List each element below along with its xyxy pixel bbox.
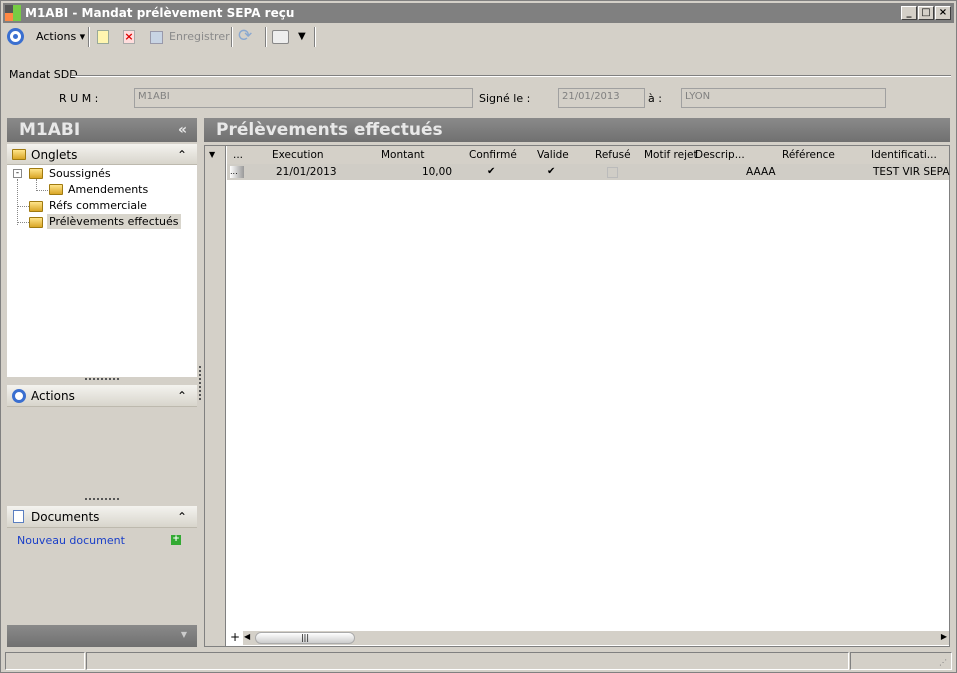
actions-section-header[interactable]: Actions ⌃ — [7, 385, 197, 407]
save-button[interactable]: Enregistrer — [169, 25, 230, 49]
dropdown-icon[interactable]: ▼ — [181, 630, 187, 639]
cell-execution: 21/01/2013 — [276, 166, 337, 178]
status-panel — [850, 652, 952, 670]
scroll-left-icon[interactable]: ◀ — [244, 632, 250, 641]
scrollbar-thumb[interactable]: ||| — [255, 632, 355, 644]
collapse-icon[interactable]: ⌃ — [177, 144, 187, 166]
cell-valide-checkbox[interactable]: ✔ — [547, 166, 555, 177]
main-panel-title: Prélèvements effectués — [204, 118, 950, 142]
tabs-section-header[interactable]: Onglets ⌃ — [7, 144, 197, 165]
document-icon — [13, 510, 24, 523]
folder-icon — [12, 149, 26, 160]
add-row-button[interactable]: + — [228, 631, 242, 645]
actions-menu[interactable]: Actions ▾ — [36, 25, 85, 49]
add-document-icon[interactable]: + — [171, 535, 181, 545]
grid-header — [227, 146, 949, 164]
scroll-right-icon[interactable]: ▶ — [941, 632, 947, 641]
status-panel — [86, 652, 849, 670]
rum-field[interactable]: M1ABI — [134, 88, 473, 108]
window-title: M1ABI - Mandat prélèvement SEPA reçu — [25, 6, 295, 20]
signed-label: Signé le : — [479, 92, 531, 105]
tree-toggle-icon[interactable]: - — [13, 169, 22, 178]
collapse-icon[interactable]: ⌃ — [177, 385, 187, 407]
tree-item-amendements[interactable]: Amendements — [68, 182, 148, 197]
actions-icon — [12, 389, 26, 403]
col-header-confirme[interactable]: Confirmé — [469, 149, 517, 161]
delete-icon[interactable]: × — [123, 30, 135, 44]
cell-confirme-checkbox[interactable]: ✔ — [487, 166, 495, 177]
col-header-valide[interactable]: Valide — [537, 149, 569, 161]
splitter-handle[interactable] — [85, 378, 119, 380]
column-chooser-icon[interactable]: ▼ — [209, 150, 215, 159]
documents-section-header[interactable]: Documents ⌃ — [7, 506, 197, 528]
grid-gutter — [205, 146, 226, 646]
city-field[interactable]: LYON — [681, 88, 886, 108]
cell-refuse-checkbox[interactable] — [607, 167, 618, 178]
col-header-identification[interactable]: Identificati... — [871, 149, 937, 161]
col-header-refuse[interactable]: Refusé — [595, 149, 631, 161]
rum-label: R U M : — [59, 92, 99, 105]
col-header[interactable]: ... — [233, 149, 243, 161]
col-header-montant[interactable]: Montant — [381, 149, 424, 161]
col-header-reference[interactable]: Référence — [782, 149, 835, 161]
folder-icon — [29, 201, 43, 212]
folder-icon — [49, 184, 63, 195]
actions-label: Actions — [36, 30, 77, 43]
row-selector[interactable]: ... — [230, 166, 244, 178]
refresh-icon[interactable]: ⟳ — [238, 26, 252, 46]
new-icon[interactable] — [97, 30, 109, 44]
col-header-motif[interactable]: Motif rejet — [644, 149, 698, 161]
maximize-button[interactable]: □ — [918, 6, 934, 20]
print-icon[interactable] — [272, 30, 289, 44]
left-panel-footer[interactable]: ▼ — [7, 625, 197, 647]
new-document-link[interactable]: Nouveau document — [17, 534, 125, 547]
cell-description: AAAA — [746, 166, 776, 178]
title-bar: M1ABI - Mandat prélèvement SEPA reçu — [3, 3, 954, 23]
horizontal-scrollbar[interactable]: ◀ ||| ▶ — [243, 631, 949, 645]
actions-header-label: Actions — [31, 389, 75, 403]
at-label: à : — [648, 92, 662, 105]
left-panel-title: M1ABI « — [7, 118, 197, 142]
tree-item-prelevements[interactable]: Prélèvements effectués — [47, 214, 181, 229]
cell-montant: 10,00 — [421, 166, 452, 178]
data-grid — [204, 145, 950, 647]
vertical-splitter-handle[interactable] — [199, 366, 201, 400]
cell-identification: TEST VIR SEPA — [873, 166, 950, 178]
collapse-left-icon[interactable]: « — [178, 118, 187, 142]
save-icon — [150, 31, 163, 44]
tabs-tree: - Soussignés Amendements Réfs commercial… — [7, 165, 197, 377]
col-header-execution[interactable]: Execution — [272, 149, 324, 161]
col-header-description[interactable]: Descrip... — [695, 149, 745, 161]
group-label: Mandat SDD — [9, 68, 78, 81]
tree-item-soussignes[interactable]: Soussignés — [49, 166, 111, 181]
documents-header-label: Documents — [31, 510, 100, 524]
collapse-icon[interactable]: ⌃ — [177, 506, 187, 528]
resize-grip-icon[interactable]: ⋰ — [939, 658, 947, 667]
signed-date-field[interactable]: 21/01/2013 — [558, 88, 645, 108]
tree-item-refs-commerciale[interactable]: Réfs commerciale — [49, 198, 147, 213]
status-panel — [5, 652, 85, 670]
navigate-icon[interactable] — [7, 28, 24, 45]
minimize-button[interactable]: _ — [901, 6, 917, 20]
splitter-handle[interactable] — [85, 498, 119, 500]
open-folder-icon — [29, 217, 43, 228]
tabs-header-label: Onglets — [31, 148, 78, 162]
folder-icon — [29, 168, 43, 179]
app-icon — [5, 5, 21, 21]
print-dropdown-icon[interactable]: ▼ — [298, 31, 306, 42]
close-button[interactable]: × — [935, 6, 951, 20]
